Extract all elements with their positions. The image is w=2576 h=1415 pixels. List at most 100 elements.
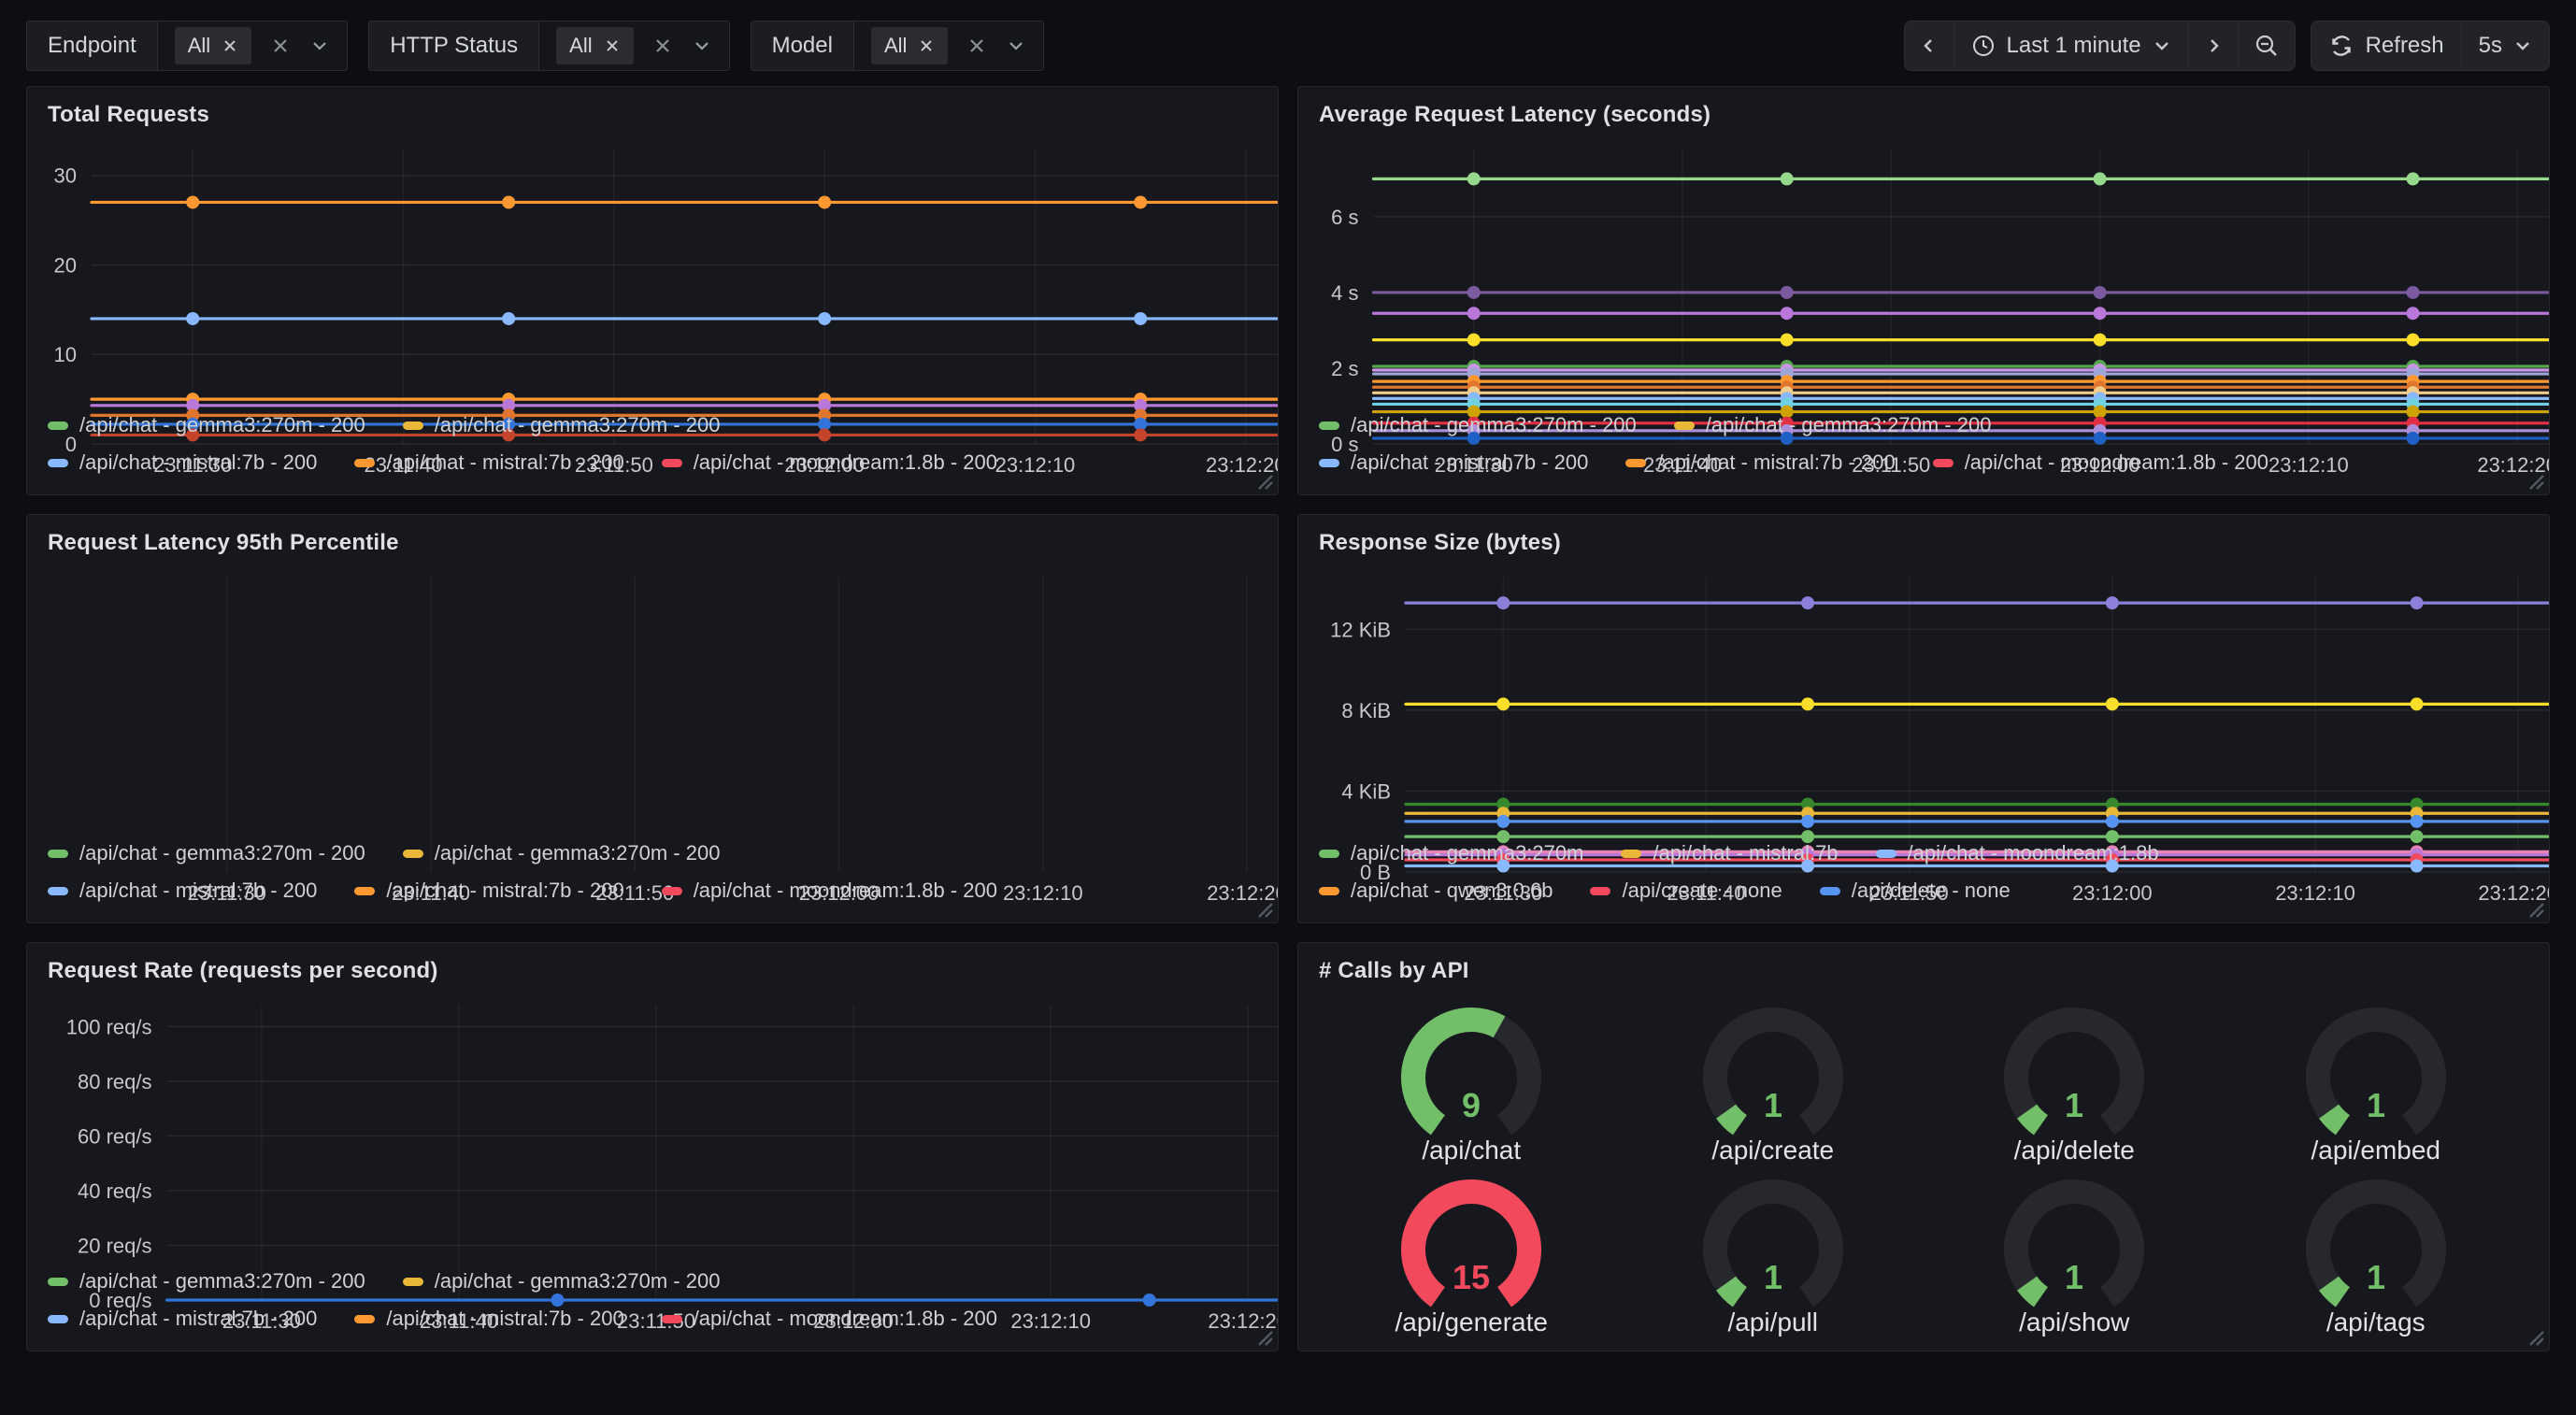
- time-shift-back-button[interactable]: [1905, 21, 1954, 70]
- legend-item[interactable]: /api/chat - gemma3:270m - 200: [403, 835, 721, 872]
- filter-http-status-chip[interactable]: All: [556, 27, 633, 64]
- filter-clear-icon[interactable]: [966, 36, 987, 56]
- legend-series-color-chip: [1876, 850, 1896, 858]
- svg-text:6 s: 6 s: [1331, 206, 1358, 229]
- legend-series-color-chip: [354, 459, 375, 467]
- gauge-label: /api/generate: [1395, 1308, 1548, 1337]
- legend-series-color-chip: [1820, 887, 1840, 895]
- legend-item[interactable]: /api/chat - gemma3:270m - 200: [48, 835, 365, 872]
- gauge-api-create: 1/api/create: [1623, 993, 1925, 1165]
- panel-resize-handle[interactable]: [1253, 898, 1274, 919]
- legend-item[interactable]: /api/chat - mistral:7b - 200: [48, 444, 317, 481]
- refresh-interval-button[interactable]: 5s: [2462, 21, 2549, 70]
- chevron-right-icon: [2204, 36, 2223, 55]
- legend-row: /api/chat - gemma3:270m - 200/api/chat -…: [1319, 407, 2528, 444]
- filter-http-status-value[interactable]: All: [539, 21, 728, 70]
- gauge-arc: 1: [1985, 1165, 2163, 1308]
- gauge-api-pull: 1/api/pull: [1623, 1165, 1925, 1337]
- refresh-button[interactable]: Refresh: [2311, 21, 2462, 70]
- legend-item[interactable]: /api/chat - moondream:1.8b - 200: [662, 1300, 997, 1337]
- gauge-label: /api/delete: [2014, 1136, 2135, 1165]
- panel-resize-handle[interactable]: [2525, 898, 2545, 919]
- legend-item[interactable]: /api/chat - moondream:1.8b: [1876, 835, 2159, 872]
- zoom-out-button[interactable]: [2239, 21, 2295, 70]
- legend-item[interactable]: /api/chat - gemma3:270m - 200: [48, 1263, 365, 1300]
- filter-endpoint-chip[interactable]: All: [175, 27, 251, 64]
- panel-resize-handle[interactable]: [2525, 470, 2545, 491]
- legend-item[interactable]: /api/chat - mistral:7b - 200: [1319, 444, 1588, 481]
- filter-model: Model All: [751, 21, 1045, 71]
- panel-header[interactable]: Total Requests: [27, 87, 1278, 132]
- legend-item[interactable]: /api/chat - qwen3:0.6b: [1319, 872, 1553, 909]
- panel-header[interactable]: # Calls by API: [1298, 943, 2549, 988]
- legend-item[interactable]: /api/chat - mistral:7b - 200: [354, 1300, 623, 1337]
- legend-series-label: /api/chat - mistral:7b - 200: [1657, 444, 1895, 481]
- panel-header[interactable]: Response Size (bytes): [1298, 515, 2549, 560]
- panel-title: # Calls by API: [1319, 958, 1469, 983]
- legend-item[interactable]: /api/chat - gemma3:270m - 200: [1319, 407, 1637, 444]
- legend-row: /api/chat - gemma3:270m - 200/api/chat -…: [48, 835, 1257, 872]
- legend-series-color-chip: [354, 887, 375, 895]
- timeseries-chart: 0 s2 s4 s6 s23:11:3023:11:4023:11:5023:1…: [1298, 132, 2549, 403]
- gauge-label: /api/pull: [1727, 1308, 1818, 1337]
- chevron-left-icon: [1920, 36, 1939, 55]
- legend-row: /api/chat - gemma3:270m - 200/api/chat -…: [48, 407, 1257, 444]
- legend-series-color-chip: [1621, 850, 1641, 858]
- gauge-api-chat: 9/api/chat: [1321, 993, 1623, 1165]
- legend-item[interactable]: /api/create - none: [1590, 872, 1782, 909]
- panel-header[interactable]: Request Latency 95th Percentile: [27, 515, 1278, 560]
- legend-item[interactable]: /api/chat - mistral:7b - 200: [48, 872, 317, 909]
- time-shift-forward-button[interactable]: [2189, 21, 2239, 70]
- filter-model-chip-text: All: [884, 34, 907, 58]
- filter-model-value[interactable]: All: [854, 21, 1043, 70]
- panel-title: Request Rate (requests per second): [48, 958, 438, 983]
- chevron-down-icon[interactable]: [1006, 36, 1026, 56]
- legend-item[interactable]: /api/chat - gemma3:270m: [1319, 835, 1583, 872]
- panel-resize-handle[interactable]: [1253, 1326, 1274, 1347]
- filter-clear-icon[interactable]: [270, 36, 291, 56]
- legend-item[interactable]: /api/chat - mistral:7b - 200: [354, 444, 623, 481]
- legend-series-label: /api/chat - mistral:7b - 200: [386, 872, 623, 909]
- legend-series-color-chip: [48, 459, 68, 467]
- refresh-interval-value: 5s: [2479, 33, 2502, 59]
- filter-model-chip[interactable]: All: [871, 27, 948, 64]
- legend-item[interactable]: /api/chat - moondream:1.8b - 200: [662, 444, 997, 481]
- chip-remove-icon[interactable]: [918, 37, 935, 54]
- legend-item[interactable]: /api/delete - none: [1820, 872, 2011, 909]
- legend-item[interactable]: /api/chat - mistral:7b - 200: [1625, 444, 1895, 481]
- filter-endpoint-value[interactable]: All: [158, 21, 347, 70]
- legend-item[interactable]: /api/chat - gemma3:270m - 200: [48, 407, 365, 444]
- legend-series-color-chip: [403, 1278, 423, 1286]
- legend-item[interactable]: /api/chat - moondream:1.8b - 200: [1933, 444, 2268, 481]
- legend-series-label: /api/chat - gemma3:270m - 200: [1351, 407, 1637, 444]
- gauge-api-delete: 1/api/delete: [1924, 993, 2225, 1165]
- legend-series-label: /api/chat - gemma3:270m - 200: [79, 1263, 365, 1300]
- legend-series-color-chip: [403, 850, 423, 858]
- legend-series-color-chip: [662, 887, 682, 895]
- chip-remove-icon[interactable]: [604, 37, 621, 54]
- gauge-value: 1: [1764, 1086, 1782, 1124]
- chip-remove-icon[interactable]: [222, 37, 238, 54]
- legend-item[interactable]: /api/chat - mistral:7b - 200: [48, 1300, 317, 1337]
- legend-item[interactable]: /api/chat - mistral:7b - 200: [354, 872, 623, 909]
- legend-series-label: /api/create - none: [1622, 872, 1782, 909]
- legend-row: /api/chat - mistral:7b - 200/api/chat - …: [1319, 444, 2528, 481]
- panel-header[interactable]: Request Rate (requests per second): [27, 943, 1278, 988]
- chevron-down-icon[interactable]: [692, 36, 712, 56]
- legend-item[interactable]: /api/chat - gemma3:270m - 200: [403, 1263, 721, 1300]
- time-range-group: Last 1 minute: [1904, 21, 2296, 71]
- panel-header[interactable]: Average Request Latency (seconds): [1298, 87, 2549, 132]
- chevron-down-icon[interactable]: [309, 36, 330, 56]
- legend-item[interactable]: /api/chat - moondream:1.8b - 200: [662, 872, 997, 909]
- filter-clear-icon[interactable]: [652, 36, 673, 56]
- panel-resize-handle[interactable]: [1253, 470, 1274, 491]
- panel-resize-handle[interactable]: [2525, 1326, 2545, 1347]
- legend-item[interactable]: /api/chat - gemma3:270m - 200: [1674, 407, 1992, 444]
- svg-text:10: 10: [54, 343, 77, 366]
- gauge-value: 1: [1764, 1258, 1782, 1296]
- legend-item[interactable]: /api/chat - gemma3:270m - 200: [403, 407, 721, 444]
- legend-series-color-chip: [1319, 887, 1339, 895]
- time-range-picker-button[interactable]: Last 1 minute: [1954, 21, 2189, 70]
- legend-series-color-chip: [662, 1315, 682, 1323]
- legend-item[interactable]: /api/chat - mistral:7b: [1621, 835, 1838, 872]
